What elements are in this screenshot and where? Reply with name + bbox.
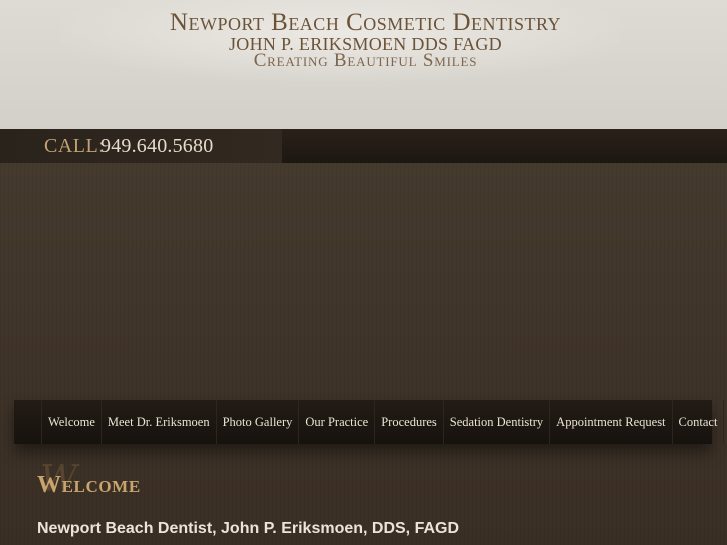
- site-header: Newport Beach Cosmetic Dentistry JOHN P.…: [0, 0, 727, 129]
- nav-item-appointment-request[interactable]: Appointment Request: [549, 400, 671, 444]
- nav-item-welcome[interactable]: Welcome: [41, 400, 101, 444]
- call-bar: CALL: 949.640.5680: [0, 129, 727, 163]
- call-label: CALL:: [44, 135, 105, 157]
- phone-number[interactable]: 949.640.5680: [101, 135, 213, 158]
- nav-item-meet-dr-eriksmoen[interactable]: Meet Dr. Eriksmoen: [100, 400, 216, 444]
- nav-item-our-practice[interactable]: Our Practice: [298, 400, 374, 444]
- page-title: Welcome: [37, 472, 141, 498]
- call-box: CALL: 949.640.5680: [0, 129, 282, 163]
- content-subheading: Newport Beach Dentist, John P. Eriksmoen…: [37, 520, 460, 537]
- main-nav: Welcome Meet Dr. Eriksmoen Photo Gallery…: [14, 400, 725, 444]
- site-tagline: Creating Beautiful Smiles: [253, 50, 478, 71]
- nav-item-procedures[interactable]: Procedures: [374, 400, 443, 444]
- nav-item-sedation-dentistry[interactable]: Sedation Dentistry: [442, 400, 549, 444]
- site-title[interactable]: Newport Beach Cosmetic Dentistry: [0, 9, 727, 37]
- nav-item-photo-gallery[interactable]: Photo Gallery: [215, 400, 299, 444]
- nav-item-contact[interactable]: Contact: [671, 400, 725, 444]
